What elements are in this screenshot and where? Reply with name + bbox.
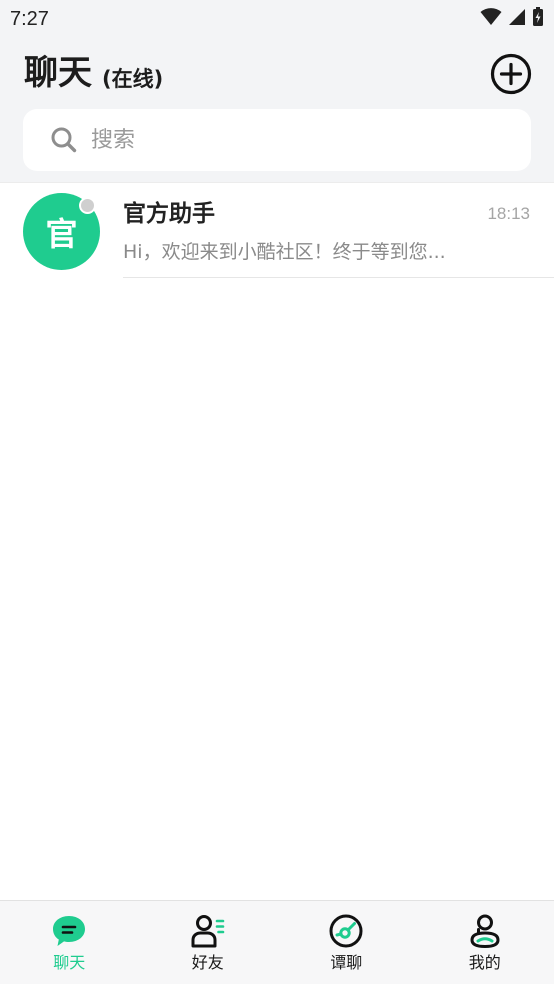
status-time: 7:27 xyxy=(10,8,49,30)
tab-label: 好友 xyxy=(191,953,224,972)
search-box[interactable] xyxy=(23,109,531,171)
search-icon xyxy=(51,127,77,153)
online-status-label: (在线) xyxy=(102,67,164,91)
tab-label: 我的 xyxy=(468,953,501,972)
discover-icon xyxy=(329,914,363,948)
tab-friends[interactable]: 好友 xyxy=(139,901,278,984)
online-status-dot xyxy=(79,197,96,214)
chat-list: 官 官方助手 18:13 Hi，欢迎来到小酷社区！终于等到您... xyxy=(0,182,554,278)
battery-charging-icon xyxy=(533,7,543,26)
chat-list-item[interactable]: 官 官方助手 18:13 Hi，欢迎来到小酷社区！终于等到您... xyxy=(0,182,554,278)
friends-icon xyxy=(191,915,225,948)
cell-signal-icon xyxy=(509,9,525,25)
chat-time: 18:13 xyxy=(487,204,530,223)
divider xyxy=(123,277,554,278)
chat-name: 官方助手 xyxy=(123,201,215,227)
tab-label: 聊天 xyxy=(53,953,86,972)
status-bar: 7:27 xyxy=(0,0,554,38)
profile-icon xyxy=(470,914,500,949)
tab-label: 谭聊 xyxy=(330,953,363,972)
title-row: 聊天 (在线) xyxy=(0,44,554,102)
tab-chat[interactable]: 聊天 xyxy=(0,901,139,984)
wifi-icon xyxy=(480,8,502,25)
plus-circle-icon xyxy=(490,53,532,95)
chat-bubble-icon xyxy=(53,916,86,946)
add-button[interactable] xyxy=(490,53,532,95)
tab-profile[interactable]: 我的 xyxy=(416,901,554,984)
page-title: 聊天 xyxy=(24,53,92,93)
status-icons xyxy=(480,7,544,27)
chat-preview: Hi，欢迎来到小酷社区！终于等到您... xyxy=(123,241,446,263)
tab-discover[interactable]: 谭聊 xyxy=(277,901,416,984)
search-input[interactable] xyxy=(91,123,511,157)
chat-screen: 7:27 聊天 (在线) 搜索 官 官方助手 18:13 Hi，欢迎来到小酷社区… xyxy=(0,0,554,984)
header-area: 7:27 聊天 (在线) xyxy=(0,0,554,182)
bottom-tab-bar: 聊天 好友 谭聊 我的 xyxy=(0,900,554,984)
